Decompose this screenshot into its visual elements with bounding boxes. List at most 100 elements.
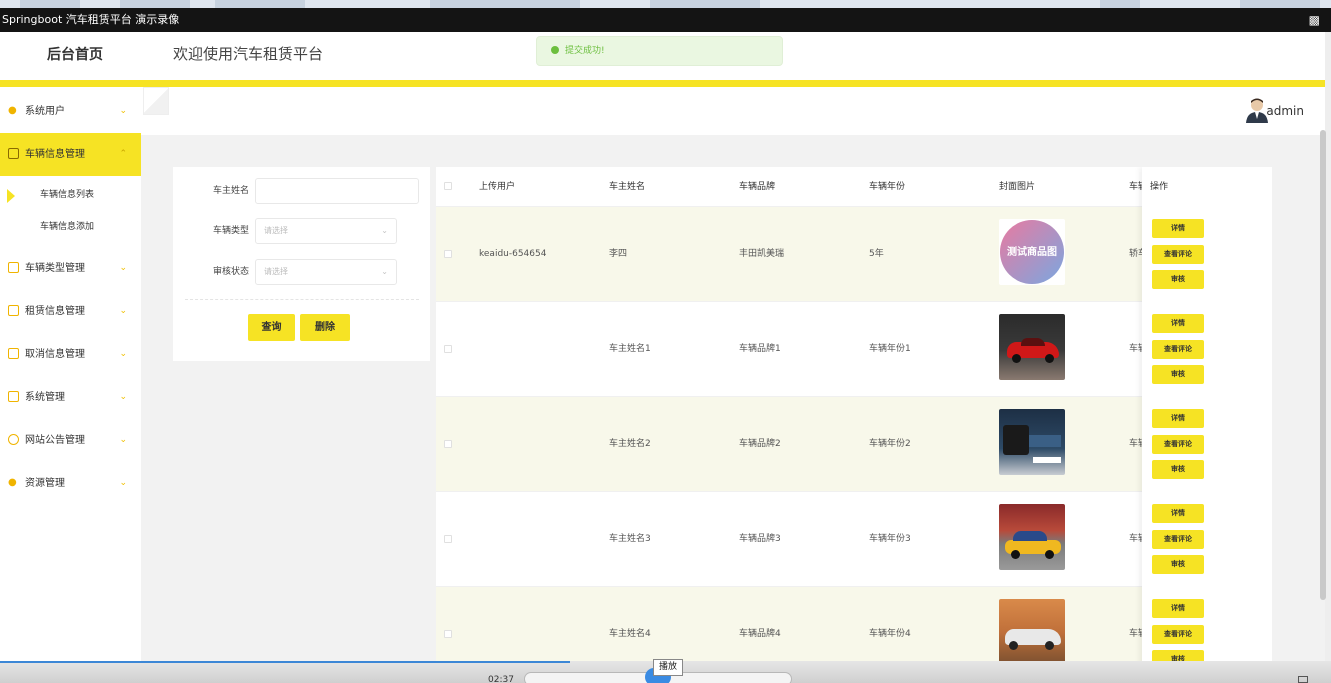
col-brand: 车辆品牌 [739,182,776,192]
search-panel: 车主姓名 车辆类型 请选择 ⌄ 审核状态 请选择 ⌄ 查询 删除 [173,167,430,361]
sidebar-item-label: 系统管理 [25,392,65,403]
sidebar-subitem-vehicle-add[interactable]: 车辆信息添加 [0,211,141,243]
main-content: admin 车主姓名 车辆类型 请选择 ⌄ 审核状态 请选择 ⌄ 查询 删除 上… [141,87,1325,683]
audit-button[interactable]: 审核 [1152,270,1204,289]
doc-icon [8,348,19,359]
sidebar-item-label: 系统用户 [25,106,65,117]
vertical-scrollbar[interactable] [1320,130,1326,600]
actions-column: 操作 详情 查看评论 审核 详情 查看评论 审核 详情 查看评论 审核 详情 查… [1142,167,1272,683]
chevron-down-icon: ⌄ [119,306,127,316]
sidebar-item-resources[interactable]: ● 资源管理 ⌄ [0,462,141,505]
username[interactable]: admin [1266,87,1304,135]
view-reviews-button[interactable]: 查看评论 [1152,245,1204,264]
sidebar-item-announcements[interactable]: 网站公告管理 ⌄ [0,419,141,462]
detail-button[interactable]: 详情 [1152,504,1204,523]
cell-owner: 李四 [609,249,628,259]
taxi-photo[interactable] [999,504,1065,570]
sidebar-item-label: 取消信息管理 [25,349,85,360]
view-reviews-button[interactable]: 查看评论 [1152,530,1204,549]
owner-name-input[interactable] [255,178,419,204]
pin-icon: ● [8,477,17,488]
chevron-down-icon: ⌄ [119,478,127,488]
test-product-image[interactable]: 测试商品图 [999,219,1065,285]
audit-status-select[interactable]: 请选择 ⌄ [255,259,397,285]
row-checkbox[interactable] [444,345,452,353]
cell-year: 车辆年份1 [869,344,911,354]
app-header: 后台首页 欢迎使用汽车租赁平台 提交成功! [0,32,1325,80]
audit-button[interactable]: 审核 [1152,365,1204,384]
grip-icon[interactable]: ▩ [1309,8,1320,32]
play-tooltip: 播放 [653,659,683,676]
sidebar-subitem-vehicle-list[interactable]: 车辆信息列表 [0,179,141,211]
chevron-down-icon: ⌄ [119,435,127,445]
sidebar-item-vehicle-type[interactable]: 车辆类型管理 ⌄ [0,247,141,290]
owner-name-label: 车主姓名 [212,186,249,196]
sidebar-item-system-users[interactable]: ● 系统用户 ⌄ [0,90,141,133]
delete-button[interactable]: 删除 [300,314,350,341]
cell-type: 车辆 [1129,534,1142,544]
collapse-corner[interactable] [143,87,169,115]
sidebar-item-rental-info[interactable]: 租赁信息管理 ⌄ [0,290,141,333]
sidebar-item-cancel-info[interactable]: 取消信息管理 ⌄ [0,333,141,376]
sports-car-photo[interactable] [999,599,1065,665]
window-title: Springboot 汽车租赁平台 演示录像 [2,13,180,26]
sidebar: ● 系统用户 ⌄ 车辆信息管理 ⌃ 车辆信息列表 车辆信息添加 车辆类型管理 ⌄… [0,87,141,683]
row-checkbox[interactable] [444,440,452,448]
view-reviews-button[interactable]: 查看评论 [1152,340,1204,359]
chevron-up-icon: ⌃ [119,149,127,159]
detail-button[interactable]: 详情 [1152,219,1204,238]
sidebar-item-system-manage[interactable]: 系统管理 ⌄ [0,376,141,419]
sidebar-item-label: 车辆类型管理 [25,263,85,274]
playback-time: 02:37 [488,675,514,683]
col-uploader: 上传用户 [479,182,516,192]
row-checkbox[interactable] [444,250,452,258]
cell-brand: 车辆品牌2 [739,439,781,449]
detail-button[interactable]: 详情 [1152,314,1204,333]
playback-progress[interactable] [0,661,570,663]
window-titlebar: Springboot 汽车租赁平台 演示录像 ▩ [0,8,1331,32]
vehicle-type-select[interactable]: 请选择 ⌄ [255,218,397,244]
col-actions: 操作 [1150,182,1169,192]
avatar[interactable] [1245,97,1269,123]
chevron-down-icon: ⌄ [381,267,388,276]
row-checkbox[interactable] [444,630,452,638]
cell-year: 车辆年份3 [869,534,911,544]
toast-text: 提交成功! [565,46,605,56]
sidebar-item-label: 车辆信息管理 [25,149,85,160]
col-year: 车辆年份 [869,182,906,192]
view-reviews-button[interactable]: 查看评论 [1152,625,1204,644]
active-marker-icon [7,189,15,203]
detail-button[interactable]: 详情 [1152,409,1204,428]
chevron-down-icon: ⌄ [119,263,127,273]
red-car-photo[interactable] [999,314,1065,380]
sidebar-item-label: 网站公告管理 [25,435,85,446]
col-owner: 车主姓名 [609,182,646,192]
audit-button[interactable]: 审核 [1152,460,1204,479]
sidebar-subitem-label: 车辆信息列表 [40,190,95,200]
sidebar-subitem-label: 车辆信息添加 [40,222,95,232]
audit-status-label: 审核状态 [212,267,249,277]
cell-year: 5年 [869,249,884,259]
query-button[interactable]: 查询 [248,314,295,341]
cover-image-text: 测试商品图 [1007,247,1057,258]
home-link[interactable]: 后台首页 [0,32,150,80]
sidebar-item-label: 资源管理 [25,478,65,489]
chevron-down-icon: ⌄ [119,392,127,402]
cell-owner: 车主姓名3 [609,534,651,544]
cell-brand: 丰田凯美瑞 [739,249,785,259]
detail-button[interactable]: 详情 [1152,599,1204,618]
truck-ad-photo[interactable] [999,409,1065,475]
cell-year: 车辆年份2 [869,439,911,449]
image-icon [8,391,19,402]
fullscreen-icon[interactable] [1298,676,1308,683]
select-all-checkbox[interactable] [444,182,452,190]
welcome-title: 欢迎使用汽车租赁平台 [173,45,324,63]
chevron-down-icon: ⌄ [119,349,127,359]
view-reviews-button[interactable]: 查看评论 [1152,435,1204,454]
sidebar-item-vehicle-info[interactable]: 车辆信息管理 ⌃ [0,133,141,176]
row-checkbox[interactable] [444,535,452,543]
chevron-down-icon: ⌄ [119,106,127,116]
col-cover: 封面图片 [999,182,1036,192]
doc-icon [8,305,19,316]
audit-button[interactable]: 审核 [1152,555,1204,574]
